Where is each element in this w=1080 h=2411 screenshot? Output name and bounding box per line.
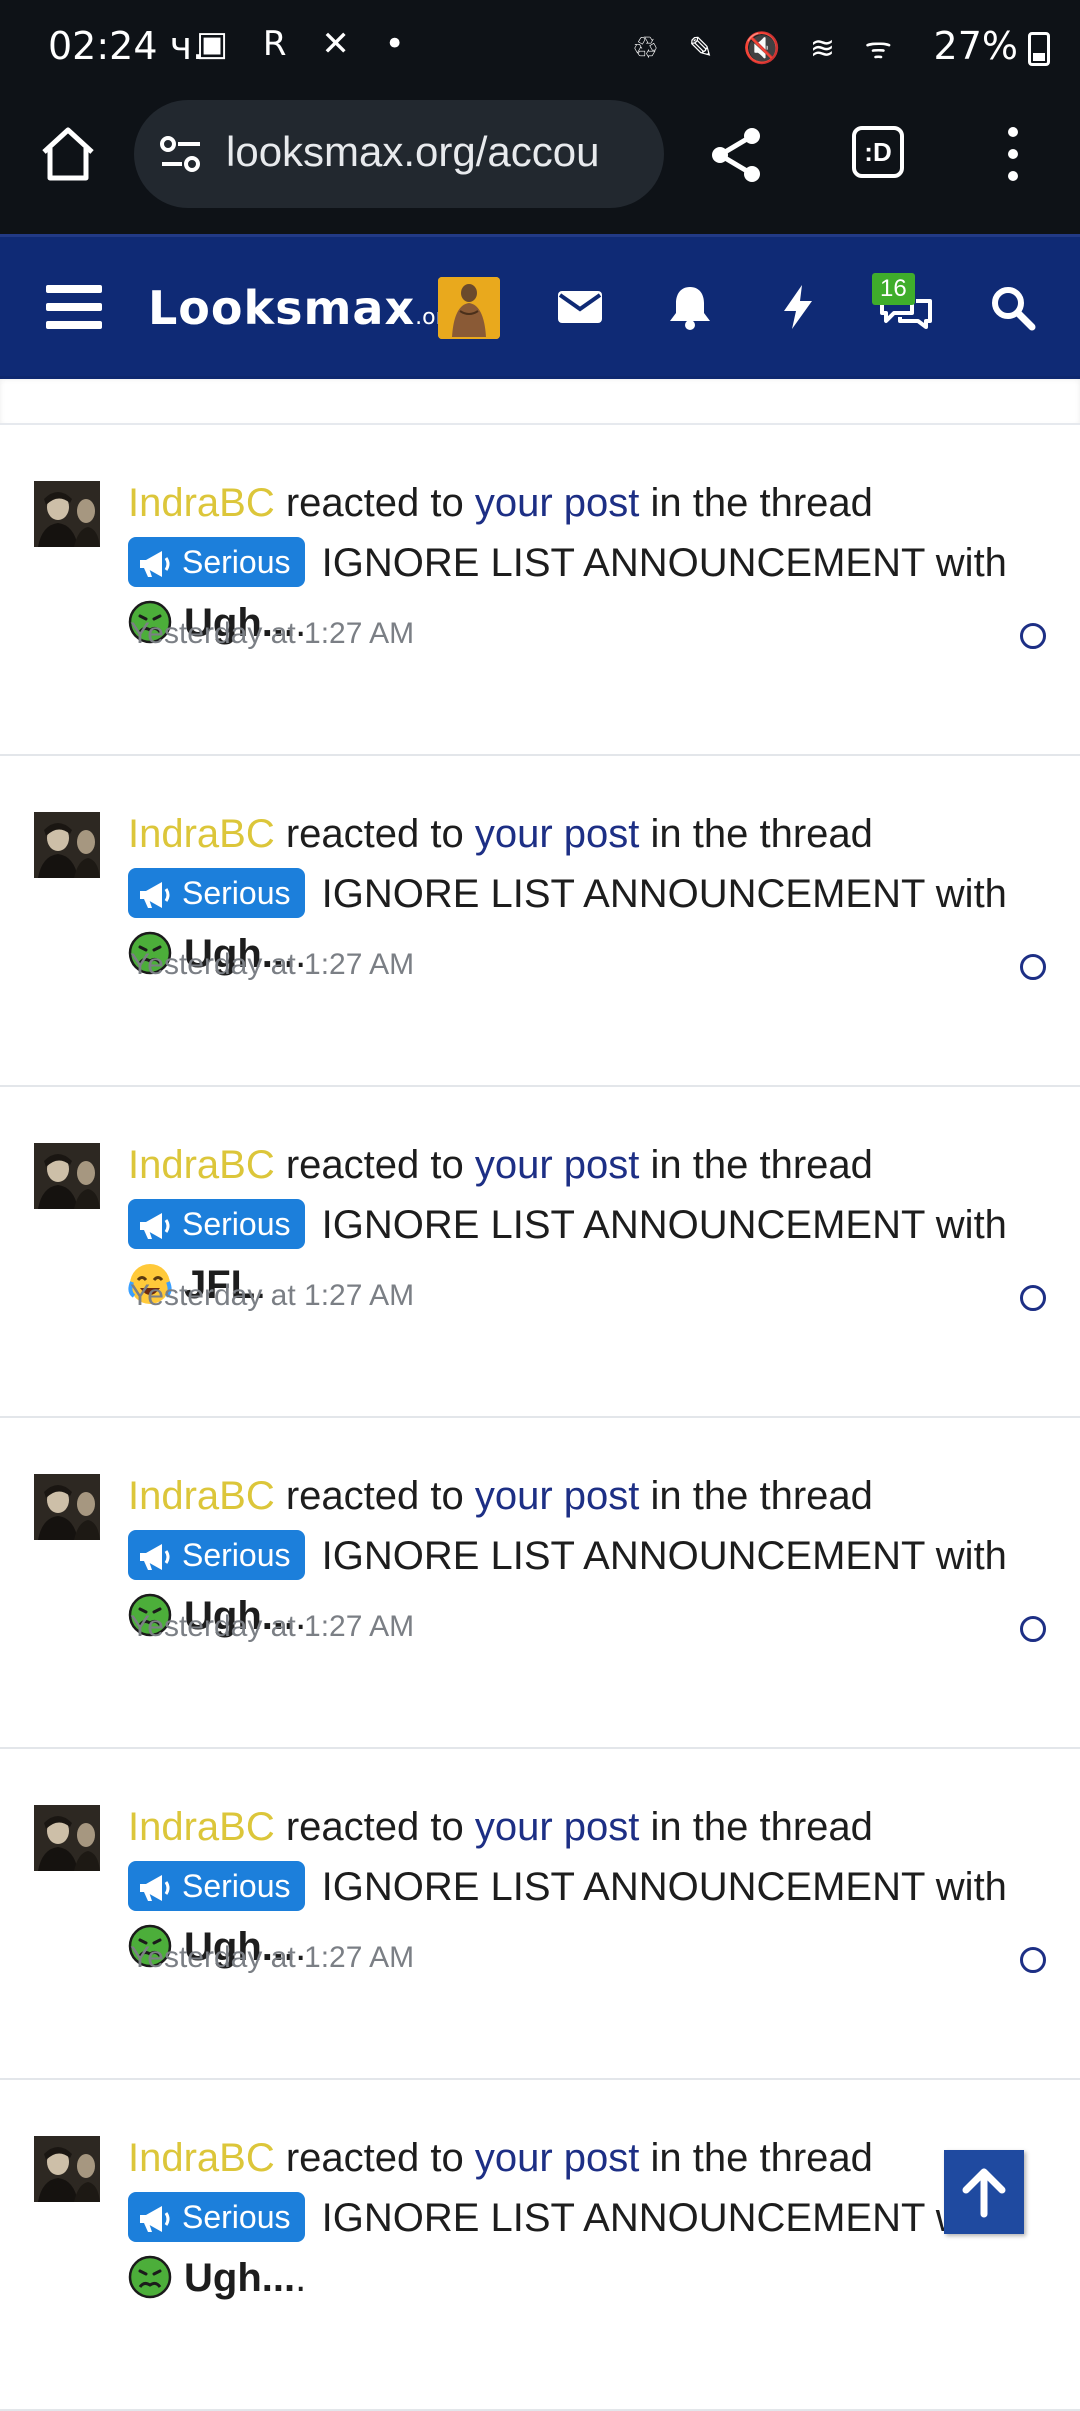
home-icon[interactable] <box>36 122 100 186</box>
post-link[interactable]: your post <box>475 2136 640 2180</box>
list-top-divider <box>0 376 1080 425</box>
site-settings-icon[interactable] <box>156 130 206 180</box>
url-text[interactable]: looksmax.org/accou <box>226 128 600 176</box>
notification-phrase: reacted to <box>274 1143 475 1187</box>
reaction-name: Ugh... <box>184 2256 296 2300</box>
post-link[interactable]: your post <box>475 812 640 856</box>
search-icon[interactable] <box>986 281 1038 333</box>
status-bar: 02:24 ч. ▣ R ✕ • ♲ ✎ 🔇 ≋ ᯤ 27% <box>0 0 1080 96</box>
lightning-icon[interactable] <box>772 281 824 333</box>
mark-read-toggle[interactable] <box>1020 623 1046 649</box>
notification-phrase: in the thread <box>639 1143 873 1187</box>
notification-phrase: reacted to <box>274 1474 475 1518</box>
username-link[interactable]: IndraBC <box>128 1143 275 1187</box>
thread-title-link[interactable]: IGNORE LIST ANNOUNCEMENT with <box>311 1534 1007 1578</box>
post-link[interactable]: your post <box>475 1474 640 1518</box>
avatar[interactable] <box>34 1474 100 1540</box>
share-icon[interactable] <box>704 122 770 188</box>
battery-icon <box>1028 32 1050 66</box>
megaphone-icon <box>140 1544 170 1571</box>
arrow-up-icon <box>962 2168 1006 2218</box>
megaphone-icon <box>140 882 170 909</box>
reaction-icon <box>128 2255 172 2299</box>
user-avatar[interactable] <box>438 277 500 339</box>
mark-read-toggle[interactable] <box>1020 1285 1046 1311</box>
site-logo[interactable]: Looksmax.org <box>148 281 458 335</box>
avatar[interactable] <box>34 812 100 878</box>
avatar[interactable] <box>34 2136 100 2202</box>
status-right-icons: ♲ ✎ 🔇 ≋ ᯤ <box>631 31 902 66</box>
browser-toolbar: looksmax.org/accou :D <box>0 96 1080 234</box>
thread-prefix-badge[interactable]: Serious <box>128 2192 305 2243</box>
notification-phrase: in the thread <box>639 812 873 856</box>
notification-item[interactable]: IndraBC reacted to your post in the thre… <box>0 2080 1080 2411</box>
username-link[interactable]: IndraBC <box>128 1474 275 1518</box>
tab-switcher-button[interactable]: :D <box>852 126 904 178</box>
battery-percent: 27% <box>933 24 1018 68</box>
username-link[interactable]: IndraBC <box>128 481 275 525</box>
status-left-icons: ▣ R ✕ • <box>196 24 417 64</box>
username-link[interactable]: IndraBC <box>128 812 275 856</box>
thread-title-link[interactable]: IGNORE LIST ANNOUNCEMENT with <box>311 1865 1007 1909</box>
notification-item[interactable]: IndraBC reacted to your post in the thre… <box>0 425 1080 756</box>
notification-timestamp: Yesterday at 1:27 AM <box>130 617 415 650</box>
notification-text: IndraBC reacted to your post in the thre… <box>128 2136 1007 2300</box>
hamburger-menu-icon[interactable] <box>46 285 102 329</box>
thread-title-link[interactable]: IGNORE LIST ANNOUNCEMENT with <box>311 872 1007 916</box>
post-link[interactable]: your post <box>475 1143 640 1187</box>
notification-phrase: reacted to <box>274 1805 475 1849</box>
scroll-to-top-button[interactable] <box>944 2150 1024 2234</box>
username-link[interactable]: IndraBC <box>128 2136 275 2180</box>
thread-prefix-badge[interactable]: Serious <box>128 868 305 919</box>
notification-phrase: in the thread <box>639 481 873 525</box>
notification-timestamp: Yesterday at 1:27 AM <box>130 1279 415 1312</box>
notification-phrase: reacted to <box>274 481 475 525</box>
notification-phrase: reacted to <box>274 812 475 856</box>
thread-prefix-badge[interactable]: Serious <box>128 537 305 588</box>
thread-prefix-badge[interactable]: Serious <box>128 1861 305 1912</box>
notification-phrase: in the thread <box>639 2136 873 2180</box>
conversations-badge: 16 <box>872 273 915 305</box>
notification-timestamp: Yesterday at 1:27 AM <box>130 948 415 981</box>
status-time: 02:24 ч. <box>48 24 205 68</box>
notification-phrase: in the thread <box>639 1474 873 1518</box>
thread-title-link[interactable]: IGNORE LIST ANNOUNCEMENT with <box>311 1203 1007 1247</box>
thread-prefix-badge[interactable]: Serious <box>128 1199 305 1250</box>
notification-item[interactable]: IndraBC reacted to your post in the thre… <box>0 1749 1080 2080</box>
megaphone-icon <box>140 2206 170 2233</box>
thread-title-link[interactable]: IGNORE LIST ANNOUNCEMENT with <box>311 2196 1007 2240</box>
inbox-icon[interactable] <box>554 281 606 333</box>
megaphone-icon <box>140 1213 170 1240</box>
overflow-menu-icon[interactable] <box>998 124 1028 184</box>
mark-read-toggle[interactable] <box>1020 1616 1046 1642</box>
notification-item[interactable]: IndraBC reacted to your post in the thre… <box>0 1087 1080 1418</box>
thread-prefix-badge[interactable]: Serious <box>128 1530 305 1581</box>
notification-item[interactable]: IndraBC reacted to your post in the thre… <box>0 1418 1080 1749</box>
mark-read-toggle[interactable] <box>1020 1947 1046 1973</box>
megaphone-icon <box>140 551 170 578</box>
avatar[interactable] <box>34 481 100 547</box>
address-bar[interactable]: looksmax.org/accou <box>134 100 664 208</box>
notification-phrase: reacted to <box>274 2136 475 2180</box>
notification-phrase: in the thread <box>639 1805 873 1849</box>
notification-item[interactable]: IndraBC reacted to your post in the thre… <box>0 756 1080 1087</box>
post-link[interactable]: your post <box>475 1805 640 1849</box>
avatar[interactable] <box>34 1805 100 1871</box>
thread-title-link[interactable]: IGNORE LIST ANNOUNCEMENT with <box>311 541 1007 585</box>
notification-timestamp: Yesterday at 1:27 AM <box>130 1610 415 1643</box>
notification-list: IndraBC reacted to your post in the thre… <box>0 376 1080 2411</box>
mark-read-toggle[interactable] <box>1020 954 1046 980</box>
notification-timestamp: Yesterday at 1:27 AM <box>130 1941 415 1974</box>
username-link[interactable]: IndraBC <box>128 1805 275 1849</box>
megaphone-icon <box>140 1875 170 1902</box>
avatar[interactable] <box>34 1143 100 1209</box>
post-link[interactable]: your post <box>475 481 640 525</box>
site-header: Looksmax.org 16 <box>0 234 1080 379</box>
alerts-bell-icon[interactable] <box>664 281 716 333</box>
